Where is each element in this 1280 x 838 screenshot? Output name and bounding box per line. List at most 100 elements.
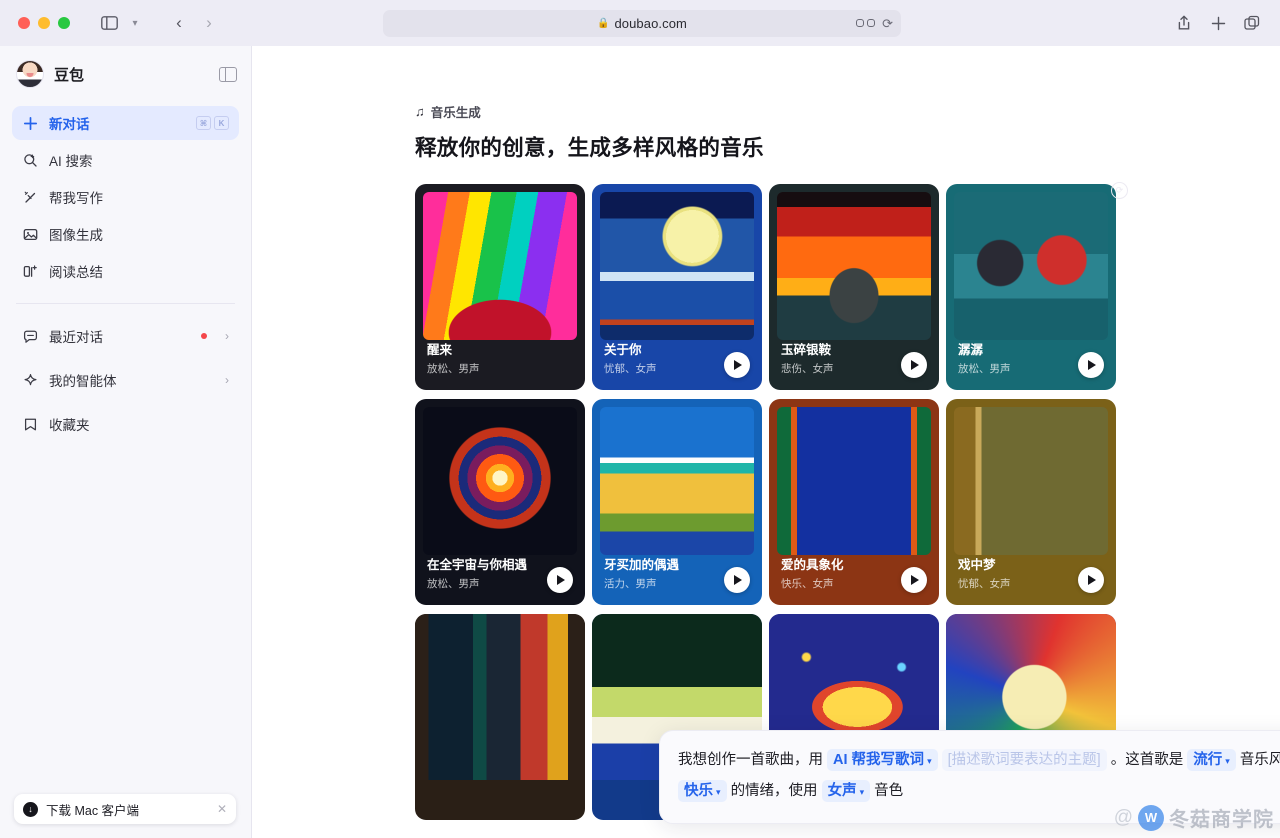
card-subtitle: 放松、男声 <box>427 576 537 591</box>
panel-collapse-icon[interactable] <box>219 67 237 82</box>
sidebar-item-my-agents[interactable]: 我的智能体 › <box>12 363 239 397</box>
search-icon <box>22 152 39 169</box>
chevron-right-icon[interactable]: › <box>225 329 229 343</box>
card-meta: 戏中梦忧郁、女声 <box>958 554 1068 591</box>
sidebar-item-favorites[interactable]: 收藏夹 <box>12 407 239 441</box>
prompt-tag-genre[interactable]: 流行▾ <box>1187 749 1236 771</box>
card-title: 在全宇宙与你相遇 <box>427 554 537 573</box>
prompt-text-1: 我想创作一首歌曲，用 <box>678 752 823 768</box>
prompt-placeholder-theme[interactable]: [描述歌词要表达的主题] <box>942 749 1107 771</box>
play-button[interactable] <box>1078 567 1104 593</box>
close-window-button[interactable] <box>18 17 30 29</box>
play-button[interactable] <box>724 567 750 593</box>
card-artwork <box>954 407 1108 555</box>
card-title: 关于你 <box>604 339 714 358</box>
play-button[interactable] <box>901 352 927 378</box>
prompt-text-3: 音乐风格， <box>1240 752 1280 768</box>
card-title: 戏中梦 <box>958 554 1068 573</box>
play-button[interactable] <box>547 567 573 593</box>
sidebar-divider <box>16 303 235 304</box>
download-label: 下载 Mac 客户端 <box>46 800 209 819</box>
card-meta: 潺潺放松、男声 <box>958 339 1068 376</box>
music-card[interactable]: 爱的具象化快乐、女声 <box>769 399 939 605</box>
chevron-down-icon: ▾ <box>716 787 721 797</box>
music-card[interactable]: 牙买加的偶遇活力、男声 <box>592 399 762 605</box>
sidebar-item-new-chat[interactable]: 新对话 ⌘ K <box>12 106 239 140</box>
card-title: 潺潺 <box>958 339 1068 358</box>
forward-chevron-icon[interactable]: › <box>196 11 222 35</box>
browser-toolbar: ▾ ‹ › 🔒 doubao.com ⟳ <box>0 0 1280 46</box>
card-title: 牙买加的偶遇 <box>604 554 714 573</box>
card-subtitle: 活力、男声 <box>604 576 714 591</box>
close-icon[interactable]: ✕ <box>217 802 227 816</box>
address-bar[interactable]: 🔒 doubao.com ⟳ <box>383 10 901 37</box>
music-card[interactable]: 潺潺放松、男声 <box>946 184 1116 390</box>
sidebar-nav: 新对话 ⌘ K AI 搜索 <box>0 102 251 291</box>
card-artwork <box>600 192 754 340</box>
sidebar: 豆包 新对话 ⌘ K <box>0 46 252 838</box>
card-meta: 关于你忧郁、女声 <box>604 339 714 376</box>
card-title: 爱的具象化 <box>781 554 891 573</box>
kbd-key: K <box>214 116 229 130</box>
play-button[interactable] <box>901 567 927 593</box>
music-card[interactable]: 玉碎银鞍悲伤、女声 <box>769 184 939 390</box>
chevron-down-icon[interactable]: ▾ <box>122 11 148 35</box>
card-meta: 爱的具象化快乐、女声 <box>781 554 891 591</box>
music-card[interactable]: 醒来放松、男声 <box>415 184 585 390</box>
tab-overview-icon[interactable] <box>1238 10 1266 36</box>
prompt-tag-mood[interactable]: 快乐▾ <box>678 780 727 802</box>
download-circle-icon: ↓ <box>23 802 38 817</box>
sidebar-item-label: 收藏夹 <box>49 414 229 434</box>
card-title: 玉碎银鞍 <box>781 339 891 358</box>
sidebar-item-write[interactable]: 帮我写作 <box>12 180 239 214</box>
keyboard-shortcut-badge: ⌘ K <box>196 116 229 130</box>
sidebar-item-recent-chats[interactable]: 最近对话 › <box>12 319 239 353</box>
card-subtitle: 忧郁、女声 <box>604 361 714 376</box>
maximize-window-button[interactable] <box>58 17 70 29</box>
sidebar-toggle-icon[interactable] <box>96 11 122 35</box>
card-meta: 醒来放松、男声 <box>427 339 537 376</box>
sidebar-item-label: 阅读总结 <box>49 261 229 281</box>
image-icon <box>22 226 39 243</box>
sidebar-item-ai-search[interactable]: AI 搜索 <box>12 143 239 177</box>
sidebar-item-read-summary[interactable]: 阅读总结 <box>12 254 239 288</box>
card-subtitle: 忧郁、女声 <box>958 576 1068 591</box>
sidebar-item-label: AI 搜索 <box>49 150 229 170</box>
plus-icon[interactable] <box>1204 10 1232 36</box>
card-meta: 牙买加的偶遇活力、男声 <box>604 554 714 591</box>
back-chevron-icon[interactable]: ‹ <box>166 11 192 35</box>
card-subtitle: 悲伤、女声 <box>781 361 891 376</box>
minimize-window-button[interactable] <box>38 17 50 29</box>
music-card[interactable]: 在全宇宙与你相遇放松、男声 <box>415 399 585 605</box>
download-mac-client-bar[interactable]: ↓ 下载 Mac 客户端 ✕ <box>14 794 236 824</box>
chevron-right-icon[interactable]: › <box>225 373 229 387</box>
sidebar-nav-secondary: 最近对话 › 我的智能体 › 收藏夹 <box>0 315 251 444</box>
reload-icon[interactable]: ⟳ <box>882 16 893 32</box>
reader-glasses-icon[interactable] <box>856 17 875 30</box>
sparkle-icon <box>22 372 39 389</box>
avatar[interactable] <box>16 60 44 88</box>
page-title: 释放你的创意，生成多样风格的音乐 <box>415 131 1280 162</box>
card-artwork <box>954 192 1108 340</box>
play-button[interactable] <box>1078 352 1104 378</box>
music-card[interactable]: 关于你忧郁、女声 <box>592 184 762 390</box>
pencil-write-icon <box>22 189 39 206</box>
prompt-tag-lyrics[interactable]: AI 帮我写歌词▾ <box>827 749 938 771</box>
sidebar-item-label: 帮我写作 <box>49 187 229 207</box>
music-card[interactable] <box>415 614 585 820</box>
chat-bubble-icon <box>22 328 39 345</box>
play-button[interactable] <box>724 352 750 378</box>
prompt-tag-voice[interactable]: 女声▾ <box>822 780 871 802</box>
sidebar-item-image-gen[interactable]: 图像生成 <box>12 217 239 251</box>
card-artwork <box>600 407 754 555</box>
sidebar-item-label: 我的智能体 <box>49 370 207 390</box>
prompt-composer[interactable]: 我想创作一首歌曲，用 AI 帮我写歌词▾ [描述歌词要表达的主题] 。这首歌是 … <box>659 730 1280 824</box>
window-controls[interactable] <box>18 17 70 29</box>
music-card[interactable]: 戏中梦忧郁、女声 <box>946 399 1116 605</box>
refresh-icon[interactable]: ⟳ <box>1111 182 1128 199</box>
share-icon[interactable] <box>1170 10 1198 36</box>
section-eyebrow-label: 音乐生成 <box>431 102 481 121</box>
sidebar-item-label: 图像生成 <box>49 224 229 244</box>
bookmark-icon <box>22 416 39 433</box>
document-summary-icon <box>22 263 39 280</box>
